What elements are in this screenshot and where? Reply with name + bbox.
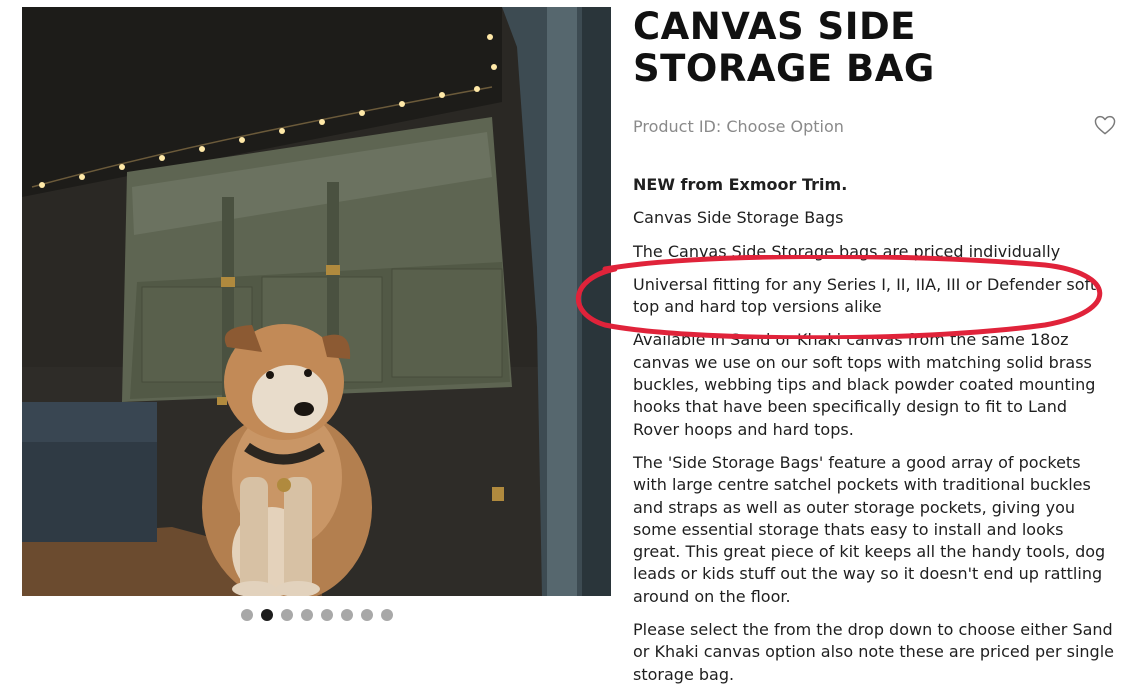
dog-in-van-photo — [22, 7, 611, 596]
carousel-dot[interactable] — [320, 609, 333, 621]
description-paragraph: Please select the from the drop down to … — [633, 620, 1114, 684]
carousel-dot[interactable] — [300, 609, 313, 621]
carousel-dot[interactable] — [360, 609, 373, 621]
description-paragraph: The 'Side Storage Bags' feature a good a… — [633, 452, 1106, 606]
carousel-dot[interactable] — [340, 609, 353, 621]
heart-outline-icon[interactable] — [1094, 115, 1116, 135]
product-image[interactable] — [22, 7, 611, 596]
description-line: Canvas Side Storage Bags — [633, 208, 844, 228]
description-intro: NEW from Exmoor Trim. — [633, 175, 848, 194]
carousel-dot[interactable] — [280, 609, 293, 621]
carousel-dot[interactable] — [240, 609, 253, 621]
carousel-dot-active[interactable] — [260, 609, 273, 621]
description-paragraph: Available in Sand or Khaki canvas from t… — [633, 330, 1096, 439]
product-description: NEW from Exmoor Trim. Canvas Side Storag… — [633, 174, 1115, 697]
description-line: The Canvas Side Storage bags are priced … — [633, 241, 1061, 261]
description-highlight: Universal fitting for any Series I, II, … — [633, 274, 1097, 317]
product-id: Product ID: Choose Option — [633, 117, 844, 136]
product-id-value: Choose Option — [726, 117, 844, 136]
product-id-label: Product ID: — [633, 117, 722, 136]
image-carousel-dots — [22, 608, 611, 622]
carousel-dot[interactable] — [380, 609, 393, 621]
product-title: CANVAS SIDE STORAGE BAG — [633, 5, 935, 90]
